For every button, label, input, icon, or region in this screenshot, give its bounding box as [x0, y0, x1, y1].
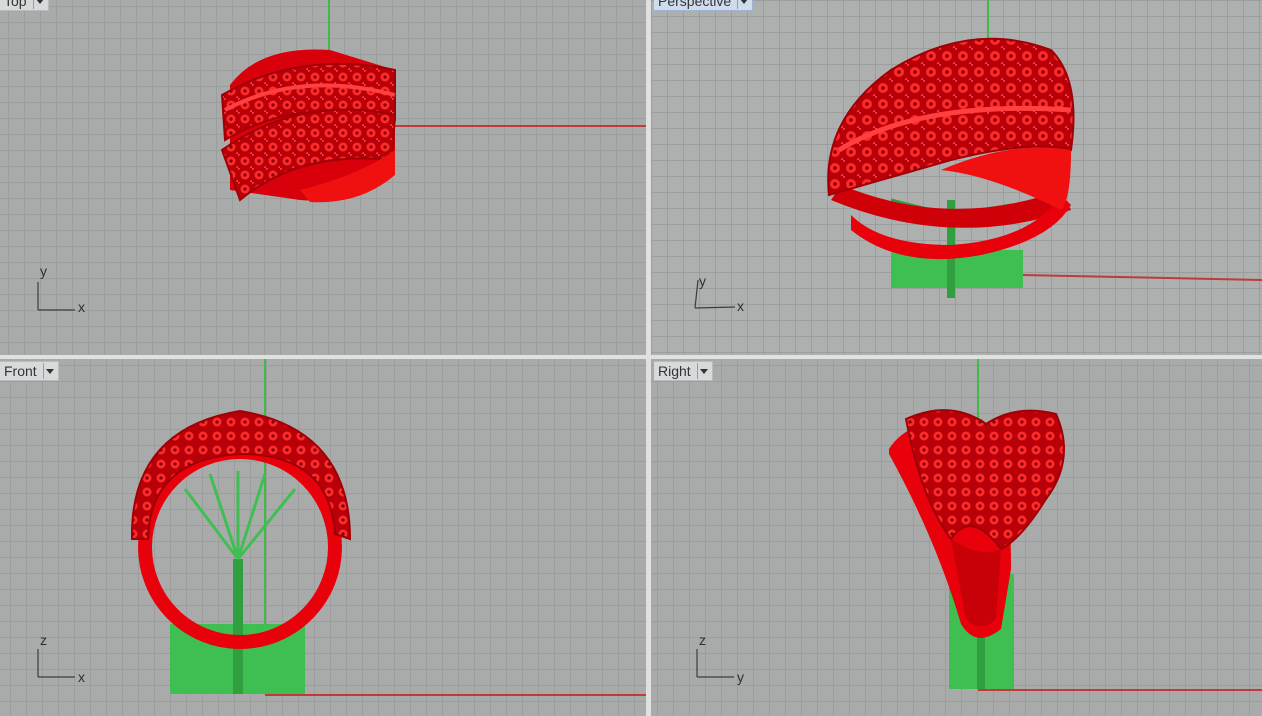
tab-perspective[interactable]: Perspective — [654, 0, 754, 11]
viewport-title: Perspective — [658, 0, 732, 9]
axis-label-y: y — [699, 273, 706, 289]
tab-top[interactable]: Top — [0, 0, 49, 11]
perspective-scene: y x — [694, 0, 1262, 314]
axis-label-z: z — [40, 632, 47, 648]
top-scene: y x — [37, 0, 646, 315]
axis-label-z: z — [699, 632, 706, 648]
x-axis-line — [1020, 274, 1262, 281]
dropdown-arrow-icon[interactable] — [737, 0, 750, 9]
dropdown-arrow-icon[interactable] — [696, 363, 710, 379]
axis-label-y: y — [737, 669, 744, 685]
viewport-title: Right — [658, 363, 691, 379]
ring-model[interactable] — [220, 49, 397, 203]
dropdown-arrow-icon[interactable] — [42, 363, 56, 379]
dropdown-arrow-icon[interactable] — [32, 0, 46, 9]
axis-label-x: x — [737, 298, 744, 314]
front-scene: z x — [37, 359, 646, 696]
viewport-perspective[interactable]: y x Perspective — [651, 0, 1262, 355]
ring-model[interactable] — [827, 37, 1075, 260]
viewport-top[interactable]: y x Top — [0, 0, 646, 355]
tab-right[interactable]: Right — [654, 361, 713, 381]
viewport-title: Top — [4, 0, 27, 9]
support-structure[interactable] — [170, 471, 305, 694]
right-scene: z y — [696, 359, 1262, 691]
tab-front[interactable]: Front — [0, 361, 59, 381]
axis-label-x: x — [78, 669, 85, 685]
ring-model[interactable] — [889, 409, 1065, 638]
viewport-right[interactable]: z y Right — [651, 359, 1262, 716]
viewport-title: Front — [4, 363, 37, 379]
axis-label-x: x — [78, 299, 85, 315]
axis-label-y: y — [40, 263, 47, 279]
viewport-front[interactable]: z x Front — [0, 359, 646, 716]
